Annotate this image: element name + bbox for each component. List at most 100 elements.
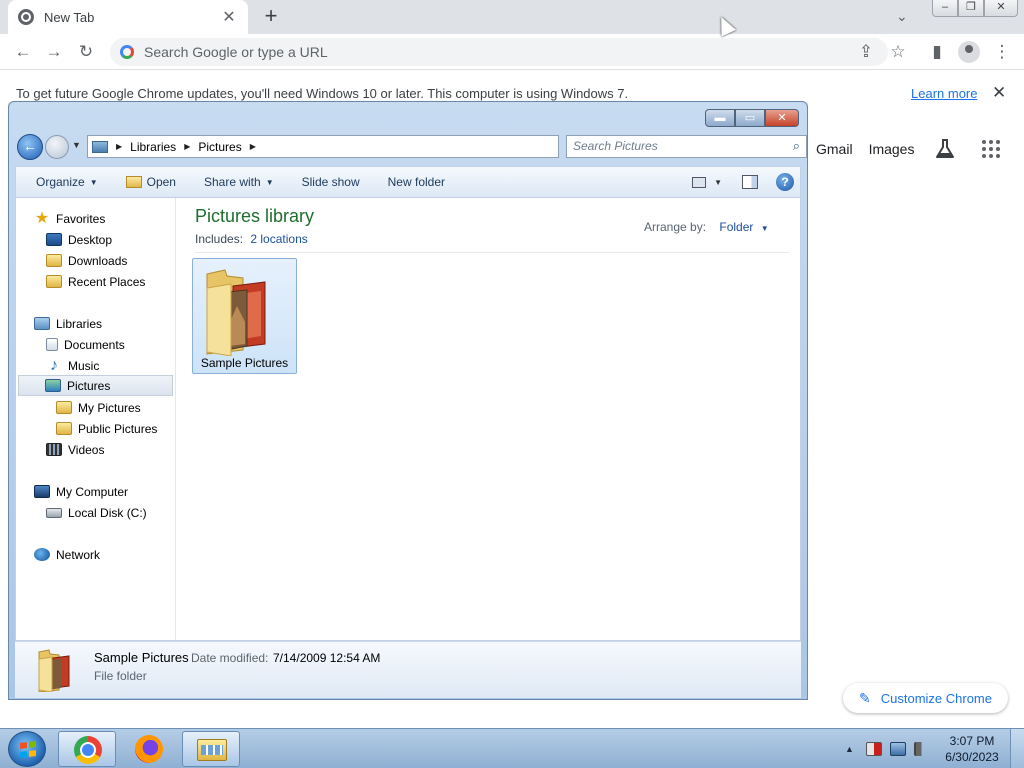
nav-libraries[interactable]: Libraries (34, 313, 102, 334)
breadcrumb-separator[interactable]: ▶ (184, 142, 190, 151)
nav-label: Recent Places (68, 274, 146, 289)
public-pictures-folder-icon (56, 422, 72, 435)
start-button[interactable] (8, 731, 46, 767)
nav-my-pictures[interactable]: My Pictures (56, 397, 141, 418)
volume-muted-icon[interactable] (913, 742, 930, 756)
omnibox-input[interactable] (144, 44, 844, 60)
explorer-minimize-button[interactable]: ▬ (705, 109, 735, 127)
chevron-down-icon[interactable]: ▼ (761, 224, 769, 233)
bookmark-star-button[interactable]: ☆ (887, 41, 909, 63)
taskbar-firefox-button[interactable] (120, 731, 178, 767)
arrange-by-dropdown[interactable]: Folder (719, 220, 753, 234)
address-bar[interactable]: ▶ Libraries ▶ Pictures ▶ ▼ ⇆ (87, 135, 625, 158)
nav-label: Network (56, 547, 101, 562)
chevron-down-icon: ▼ (89, 177, 98, 187)
help-icon[interactable]: ? (776, 173, 794, 191)
share-with-button[interactable]: Share with ▼ (190, 175, 288, 189)
images-link[interactable]: Images (869, 141, 915, 157)
omnibox[interactable] (110, 38, 888, 66)
explorer-close-button[interactable]: ✕ (765, 109, 799, 127)
explorer-back-button[interactable]: ← (17, 134, 43, 160)
nav-downloads[interactable]: Downloads (46, 250, 127, 271)
navigation-pane: ★ Favorites Desktop Downloads Recent Pla… (16, 198, 176, 640)
tab-close-button[interactable]: ✕ (220, 7, 238, 27)
command-bar-right: ▼ ? (692, 173, 794, 191)
nav-label: My Pictures (78, 400, 141, 415)
new-folder-button[interactable]: New folder (374, 175, 459, 189)
clock-date: 6/30/2023 (945, 750, 999, 764)
details-item-name: Sample Pictures (94, 650, 189, 665)
tab-search-button[interactable]: ⌄ (896, 8, 908, 25)
nav-music[interactable]: ♪ Music (46, 355, 99, 376)
breadcrumb-separator[interactable]: ▶ (116, 142, 122, 151)
explorer-maximize-button[interactable]: ▭ (735, 109, 765, 127)
nav-videos[interactable]: Videos (46, 439, 104, 460)
gmail-link[interactable]: Gmail (816, 141, 853, 157)
nav-recent-places[interactable]: Recent Places (46, 271, 145, 292)
windows-taskbar: ▲ 3:07 PM 6/30/2023 (0, 728, 1024, 768)
nav-label: Libraries (56, 316, 103, 331)
nav-network[interactable]: Network (34, 544, 100, 565)
share-button[interactable]: ⇪ (855, 41, 877, 63)
view-options-dropdown[interactable]: ▼ (714, 178, 722, 187)
nav-favorites[interactable]: ★ Favorites (34, 208, 106, 229)
explorer-forward-button[interactable] (45, 135, 69, 159)
share-with-label: Share with (203, 175, 261, 189)
infobar-close-button[interactable]: ✕ (992, 83, 1006, 103)
restore-button[interactable]: ❐ (958, 0, 984, 17)
taskbar-chrome-button[interactable] (58, 731, 116, 767)
labs-flask-icon[interactable] (934, 138, 956, 160)
network-status-icon[interactable] (889, 742, 906, 756)
show-hidden-icons-button[interactable]: ▲ (845, 744, 854, 754)
forward-button[interactable]: → (43, 41, 65, 63)
side-panel-button[interactable]: ▮ (926, 41, 948, 63)
open-button[interactable]: Open (112, 175, 190, 189)
ntp-top-links: Gmail Images (816, 138, 1001, 160)
picture-folder-icon (38, 649, 70, 692)
nav-local-disk[interactable]: Local Disk (C:) (46, 502, 147, 523)
nav-label: My Computer (56, 484, 129, 499)
nav-pictures[interactable]: Pictures (18, 375, 173, 396)
firefox-icon (135, 735, 163, 763)
recent-pages-dropdown[interactable]: ▼ (72, 140, 81, 150)
breadcrumb-pictures[interactable]: Pictures (198, 140, 241, 154)
breadcrumb-libraries[interactable]: Libraries (130, 140, 176, 154)
taskbar-clock[interactable]: 3:07 PM 6/30/2023 (944, 733, 1000, 765)
folder-item-sample-pictures[interactable]: Sample Pictures (192, 258, 297, 374)
nav-documents[interactable]: Documents (46, 334, 125, 355)
nav-label: Favorites (56, 211, 106, 226)
search-pictures-input[interactable] (573, 139, 773, 153)
search-icon[interactable]: ⌕ (793, 138, 800, 154)
breadcrumb-separator[interactable]: ▶ (250, 142, 256, 151)
nav-label: Downloads (68, 253, 128, 268)
preview-pane-icon[interactable] (742, 175, 758, 189)
customize-chrome-label: Customize Chrome (880, 690, 992, 706)
explorer-window: ▬ ▭ ✕ ← ▼ ▶ Libraries ▶ Pictures ▶ ▼ ⇆ ⌕… (8, 101, 808, 700)
nav-public-pictures[interactable]: Public Pictures (56, 418, 157, 439)
locations-link[interactable]: 2 locations (250, 232, 307, 246)
nav-label: Videos (68, 442, 105, 457)
close-window-button[interactable]: ✕ (984, 0, 1018, 17)
nav-my-computer[interactable]: My Computer (34, 481, 128, 502)
picture-folder-icon (206, 269, 266, 356)
profile-avatar[interactable] (958, 41, 980, 63)
google-apps-icon[interactable] (982, 140, 1001, 158)
organize-button[interactable]: Organize ▼ (16, 175, 112, 189)
nav-label: Documents (64, 337, 125, 352)
slide-show-button[interactable]: Slide show (288, 175, 374, 189)
arrange-by: Arrange by: Folder ▼ (644, 220, 769, 234)
action-center-flag-icon[interactable] (865, 742, 882, 756)
minimize-button[interactable]: – (932, 0, 958, 17)
tab-new-tab[interactable]: New Tab ✕ (8, 0, 248, 34)
learn-more-link[interactable]: Learn more (911, 86, 977, 101)
chrome-menu-button[interactable]: ⋮ (991, 41, 1013, 63)
show-desktop-button[interactable] (1010, 729, 1024, 768)
taskbar-explorer-button[interactable] (182, 731, 240, 767)
nav-desktop[interactable]: Desktop (46, 229, 112, 250)
new-tab-button[interactable]: + (258, 4, 284, 30)
reload-button[interactable]: ↻ (75, 41, 97, 63)
search-pictures-box[interactable]: ⌕ (566, 135, 807, 158)
back-button[interactable]: ← (12, 41, 34, 63)
change-view-icon[interactable] (692, 176, 707, 188)
customize-chrome-button[interactable]: ✎ Customize Chrome (843, 683, 1008, 713)
